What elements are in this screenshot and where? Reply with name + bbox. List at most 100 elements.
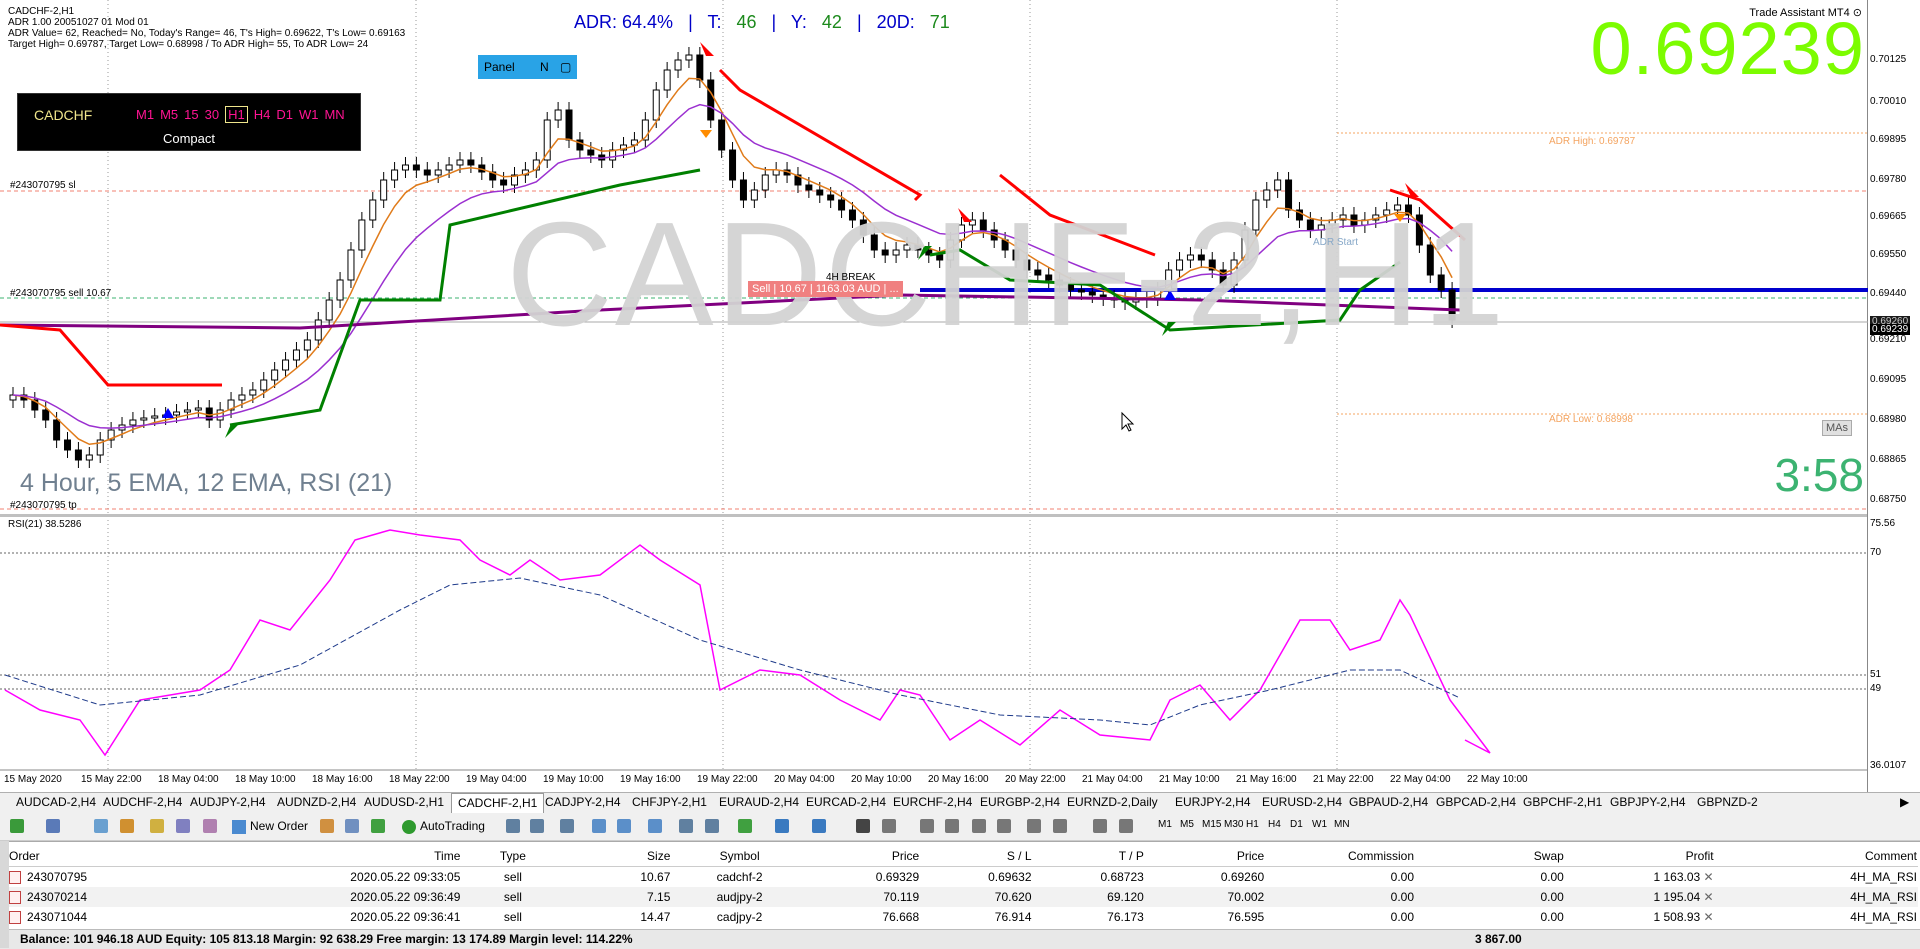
tile-windows-icon[interactable] xyxy=(648,819,662,833)
tab-gbpnzd-2[interactable]: GBPNZD-2 xyxy=(1697,795,1758,809)
navigator-icon[interactable] xyxy=(150,819,164,833)
period-button-mn[interactable]: MN xyxy=(1334,819,1350,830)
data-window-icon[interactable] xyxy=(120,819,134,833)
horizontal-line-icon[interactable] xyxy=(1119,819,1133,833)
tf-period-h1[interactable]: H1 xyxy=(225,106,248,123)
tab-cadchf-2-h1[interactable]: CADCHF-2,H1 xyxy=(451,793,545,813)
tf-period-15[interactable]: 15 xyxy=(184,107,198,122)
column-header[interactable]: Profit xyxy=(1564,846,1715,867)
order-row[interactable]: 243071044 2020.05.22 09:36:41 sell 14.47 cad… xyxy=(8,907,1918,927)
period-button-d1[interactable]: D1 xyxy=(1290,819,1303,830)
tf-period-h4[interactable]: H4 xyxy=(254,107,271,122)
order-row[interactable]: 243070795 2020.05.22 09:33:05 sell 10.67 cad… xyxy=(8,867,1918,888)
mas-button[interactable]: MAs xyxy=(1822,420,1852,436)
tab-audusd-2-h1[interactable]: AUDUSD-2,H1 xyxy=(364,795,444,809)
tab-audjpy-2-h4[interactable]: AUDJPY-2,H4 xyxy=(190,795,266,809)
rectangle-icon[interactable] xyxy=(1093,819,1107,833)
tab-cadjpy-2-h4[interactable]: CADJPY-2,H4 xyxy=(545,795,621,809)
profiles-icon[interactable] xyxy=(46,819,60,833)
tab-eurgbp-2-h4[interactable]: EURGBP-2,H4 xyxy=(980,795,1060,809)
period-button-m1[interactable]: M1 xyxy=(1158,819,1172,830)
bar-chart-icon[interactable] xyxy=(506,819,520,833)
period-button-h1[interactable]: H1 xyxy=(1246,819,1259,830)
tab-audchf-2-h4[interactable]: AUDCHF-2,H4 xyxy=(103,795,182,809)
chart-shift-icon[interactable] xyxy=(705,819,719,833)
period-button-w1[interactable]: W1 xyxy=(1312,819,1327,830)
tf-period-m5[interactable]: M5 xyxy=(160,107,178,122)
tab-gbpjpy-2-h4[interactable]: GBPJPY-2,H4 xyxy=(1610,795,1686,809)
autoscroll-icon[interactable] xyxy=(679,819,693,833)
tf-period-30[interactable]: 30 xyxy=(205,107,219,122)
period-button-h4[interactable]: H4 xyxy=(1268,819,1281,830)
terminal-sidebar[interactable] xyxy=(0,841,9,948)
templates-icon[interactable] xyxy=(812,819,826,833)
cursor-icon[interactable] xyxy=(856,819,870,833)
new-order-button[interactable]: New Order xyxy=(232,817,308,835)
tab-eurusd-2-h4[interactable]: EURUSD-2,H4 xyxy=(1262,795,1342,809)
tf-period-w1[interactable]: W1 xyxy=(299,107,319,122)
column-header[interactable]: Commission xyxy=(1265,846,1416,867)
column-header[interactable]: Price xyxy=(1144,846,1266,867)
text-icon[interactable] xyxy=(1027,819,1041,833)
column-header[interactable]: Symbol xyxy=(671,846,808,867)
tab-gbpchf-2-h1[interactable]: GBPCHF-2,H1 xyxy=(1523,795,1602,809)
zoom-out-icon[interactable] xyxy=(617,819,631,833)
market-watch-icon[interactable] xyxy=(94,819,108,833)
line-chart-icon[interactable] xyxy=(560,819,574,833)
column-header[interactable]: Price xyxy=(807,846,921,867)
crosshair-icon[interactable] xyxy=(882,819,896,833)
tab-eurjpy-2-h4[interactable]: EURJPY-2,H4 xyxy=(1175,795,1251,809)
order-row[interactable]: 243070214 2020.05.22 09:36:49 sell 7.15 audj… xyxy=(8,887,1918,907)
periodicity-icon[interactable] xyxy=(775,819,789,833)
tf-period-d1[interactable]: D1 xyxy=(276,107,293,122)
panel-button[interactable]: Panel N ▢ xyxy=(478,55,577,79)
tab-audnzd-2-h4[interactable]: AUDNZD-2,H4 xyxy=(277,795,356,809)
close-order-icon[interactable]: ✕ xyxy=(1700,890,1714,904)
close-order-icon[interactable]: ✕ xyxy=(1700,910,1714,924)
indicators-icon[interactable] xyxy=(738,819,752,833)
autotrading-button[interactable]: AutoTrading xyxy=(402,817,485,835)
column-header[interactable]: Time xyxy=(224,846,462,867)
tab-euraud-2-h4[interactable]: EURAUD-2,H4 xyxy=(719,795,799,809)
signals-icon[interactable] xyxy=(345,819,359,833)
tab-eurcad-2-h4[interactable]: EURCAD-2,H4 xyxy=(806,795,886,809)
y-value: 42 xyxy=(821,12,842,32)
strategy-tester-icon[interactable] xyxy=(203,819,217,833)
tab-gbpaud-2-h4[interactable]: GBPAUD-2,H4 xyxy=(1349,795,1428,809)
vertical-line-icon[interactable] xyxy=(920,819,934,833)
period-button-m30[interactable]: M30 xyxy=(1224,819,1243,830)
column-header[interactable]: Type xyxy=(461,846,565,867)
candlestick-icon[interactable] xyxy=(530,819,544,833)
metaeditor-icon[interactable] xyxy=(320,819,334,833)
column-header[interactable]: Size xyxy=(564,846,672,867)
tf-period-mn[interactable]: MN xyxy=(324,107,344,122)
column-header[interactable]: Order xyxy=(8,846,225,867)
tab-audcad-2-h4[interactable]: AUDCAD-2,H4 xyxy=(16,795,96,809)
trendline-icon[interactable] xyxy=(945,819,959,833)
tab-eurnzd-2-daily[interactable]: EURNZD-2,Daily xyxy=(1067,795,1158,809)
window-icon[interactable]: ▢ xyxy=(560,55,571,79)
market-icon[interactable] xyxy=(371,819,385,833)
sell-position-tag[interactable]: Sell | 10.67 | 1163.03 AUD | ... xyxy=(748,281,903,297)
period-button-m5[interactable]: M5 xyxy=(1180,819,1194,830)
tf-period-m1[interactable]: M1 xyxy=(136,107,154,122)
compact-toggle[interactable]: Compact xyxy=(18,131,360,146)
fibonacci-icon[interactable] xyxy=(997,819,1011,833)
tab-chfjpy-2-h1[interactable]: CHFJPY-2,H1 xyxy=(632,795,707,809)
column-header[interactable]: Comment xyxy=(1714,846,1918,867)
tab-gbpcad-2-h4[interactable]: GBPCAD-2,H4 xyxy=(1436,795,1516,809)
tab-eurchf-2-h4[interactable]: EURCHF-2,H4 xyxy=(893,795,972,809)
sell-tag-more[interactable]: ... xyxy=(889,283,898,295)
channel-icon[interactable] xyxy=(972,819,986,833)
terminal-icon[interactable] xyxy=(176,819,190,833)
zoom-in-icon[interactable] xyxy=(592,819,606,833)
column-header[interactable]: Swap xyxy=(1415,846,1565,867)
column-header[interactable]: S / L xyxy=(920,846,1033,867)
chart-area[interactable]: CADCHF-2,H1 ADR 1.00 20051027 01 Mod 01 … xyxy=(0,0,1920,792)
new-chart-icon[interactable] xyxy=(10,819,24,833)
column-header[interactable]: T / P xyxy=(1032,846,1145,867)
tabs-scroll-right-icon[interactable]: ▶ xyxy=(1900,795,1909,809)
period-button-m15[interactable]: M15 xyxy=(1202,819,1221,830)
close-order-icon[interactable]: ✕ xyxy=(1700,870,1714,884)
arrows-icon[interactable] xyxy=(1053,819,1067,833)
